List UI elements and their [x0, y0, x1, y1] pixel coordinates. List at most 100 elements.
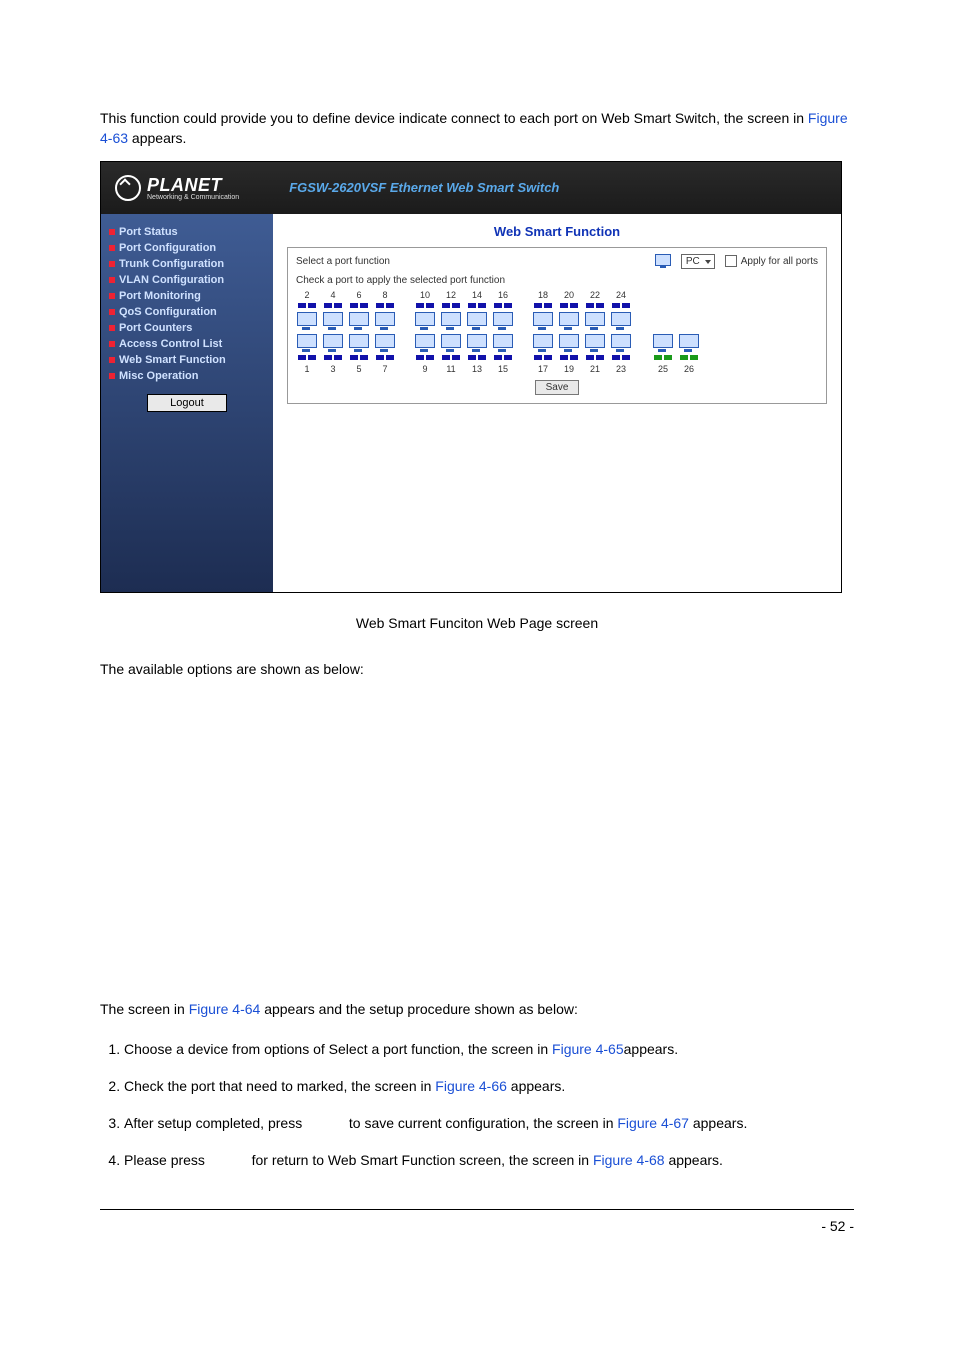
port-device-icon[interactable] — [558, 334, 580, 352]
port-device-icon[interactable] — [348, 312, 370, 330]
port-device-icon[interactable] — [492, 312, 514, 330]
bullet-icon — [109, 357, 115, 363]
bullet-icon — [109, 309, 115, 315]
sidebar: Port Status Port Configuration Trunk Con… — [101, 214, 273, 592]
port-light — [584, 354, 606, 362]
nav-port-monitoring[interactable]: Port Monitoring — [109, 288, 265, 304]
port-device-icon[interactable] — [348, 334, 370, 352]
port-device-icon[interactable] — [532, 312, 554, 330]
port-device-icon[interactable] — [610, 312, 632, 330]
port-device-icon[interactable] — [652, 334, 674, 352]
port-number: 8 — [374, 290, 396, 300]
port-device-icon[interactable] — [296, 312, 318, 330]
port-device-icon[interactable] — [466, 312, 488, 330]
select-label: Select a port function — [296, 256, 390, 267]
nav-port-configuration[interactable]: Port Configuration — [109, 240, 265, 256]
step-2-link[interactable]: Figure 4-66 — [435, 1078, 507, 1094]
port-number: 4 — [322, 290, 344, 300]
logo-text: PLANET — [147, 175, 239, 196]
steps-intro-link[interactable]: Figure 4-64 — [189, 1001, 261, 1017]
port-device-icon[interactable] — [492, 334, 514, 352]
bullet-icon — [109, 293, 115, 299]
port-number: 7 — [374, 364, 396, 374]
port-device-icon[interactable] — [440, 334, 462, 352]
port-light — [414, 302, 436, 310]
port-light — [348, 302, 370, 310]
port-light — [374, 354, 396, 362]
logout-button[interactable]: Logout — [147, 394, 227, 412]
bullet-icon — [109, 261, 115, 267]
port-device-icon[interactable] — [374, 312, 396, 330]
port-function-dropdown[interactable]: PC — [681, 254, 715, 269]
port-device-icon[interactable] — [374, 334, 396, 352]
step-4: Please press for return to Web Smart Fun… — [124, 1142, 854, 1179]
step-2: Check the port that need to marked, the … — [124, 1068, 854, 1105]
nav-port-counters[interactable]: Port Counters — [109, 320, 265, 336]
logo-subtext: Networking & Communication — [147, 194, 239, 201]
bullet-icon — [109, 277, 115, 283]
page-footer: - 52 - — [100, 1209, 854, 1234]
port-light — [440, 302, 462, 310]
page: This function could provide you to defin… — [0, 0, 954, 1274]
port-number: 5 — [348, 364, 370, 374]
save-button[interactable]: Save — [535, 380, 580, 395]
port-device-icon[interactable] — [532, 334, 554, 352]
nav-vlan-configuration[interactable]: VLAN Configuration — [109, 272, 265, 288]
pc-icon — [655, 254, 671, 268]
options-intro: The available options are shown as below… — [100, 659, 854, 679]
step-3-link[interactable]: Figure 4-67 — [617, 1115, 689, 1131]
bullet-icon — [109, 341, 115, 347]
port-number: 13 — [466, 364, 488, 374]
planet-logo: PLANET Networking & Communication — [115, 175, 239, 201]
port-number: 19 — [558, 364, 580, 374]
port-device-icon[interactable] — [584, 334, 606, 352]
port-device-icon[interactable] — [584, 312, 606, 330]
port-device-icon[interactable] — [322, 334, 344, 352]
port-number: 23 — [610, 364, 632, 374]
bullet-icon — [109, 373, 115, 379]
port-device-icon[interactable] — [558, 312, 580, 330]
port-light — [348, 354, 370, 362]
step-3: After setup completed, press to save cur… — [124, 1105, 854, 1142]
intro-post: appears. — [132, 130, 186, 146]
nav-access-control-list[interactable]: Access Control List — [109, 336, 265, 352]
port-number: 10 — [414, 290, 436, 300]
port-number: 16 — [492, 290, 514, 300]
function-panel: Select a port function PC Apply for all … — [287, 247, 827, 404]
intro-pre: This function could provide you to defin… — [100, 110, 808, 126]
port-number: 22 — [584, 290, 606, 300]
nav-port-status[interactable]: Port Status — [109, 224, 265, 240]
port-device-icon[interactable] — [296, 334, 318, 352]
port-number: 11 — [440, 364, 462, 374]
port-number: 2 — [296, 290, 318, 300]
bullet-icon — [109, 245, 115, 251]
page-title: Web Smart Function — [287, 224, 827, 239]
nav-trunk-configuration[interactable]: Trunk Configuration — [109, 256, 265, 272]
port-device-icon[interactable] — [678, 334, 700, 352]
save-row: Save — [296, 382, 818, 393]
nav-misc-operation[interactable]: Misc Operation — [109, 368, 265, 384]
port-light — [296, 302, 318, 310]
port-light — [466, 354, 488, 362]
port-light — [492, 354, 514, 362]
apply-all-checkbox[interactable] — [725, 255, 737, 267]
nav-qos-configuration[interactable]: QoS Configuration — [109, 304, 265, 320]
port-device-icon[interactable] — [440, 312, 462, 330]
port-device-icon[interactable] — [610, 334, 632, 352]
port-device-icon[interactable] — [466, 334, 488, 352]
port-device-icon[interactable] — [414, 334, 436, 352]
port-light — [532, 354, 554, 362]
port-number: 21 — [584, 364, 606, 374]
port-number: 26 — [678, 364, 700, 374]
step-4-link[interactable]: Figure 4-68 — [593, 1152, 665, 1168]
port-device-icon[interactable] — [322, 312, 344, 330]
port-device-icon[interactable] — [414, 312, 436, 330]
page-number: - 52 - — [821, 1218, 854, 1234]
step-1: Choose a device from options of Select a… — [124, 1031, 854, 1068]
embedded-screenshot: PLANET Networking & Communication FGSW-2… — [100, 161, 842, 593]
steps-list: Choose a device from options of Select a… — [100, 1031, 854, 1179]
port-number: 3 — [322, 364, 344, 374]
nav-web-smart-function[interactable]: Web Smart Function — [109, 352, 265, 368]
port-light — [678, 354, 700, 362]
step-1-link[interactable]: Figure 4-65 — [552, 1041, 624, 1057]
